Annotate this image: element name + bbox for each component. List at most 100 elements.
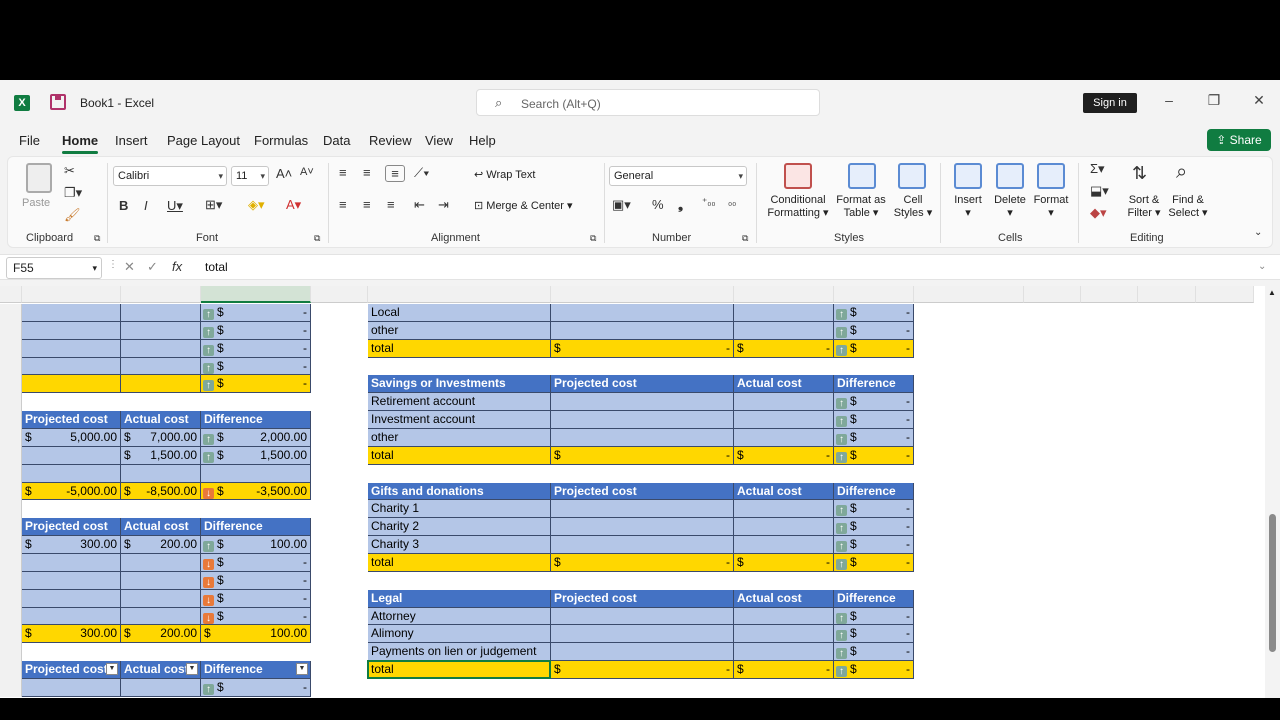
autosum-icon[interactable]: Σ▾: [1090, 161, 1105, 177]
insert-function-icon[interactable]: fx: [172, 259, 182, 274]
orientation-icon[interactable]: ⟋▾: [414, 165, 429, 181]
row-label-cell[interactable]: Charity 2: [368, 518, 551, 536]
cell[interactable]: [121, 572, 201, 590]
tab-review[interactable]: Review: [369, 133, 412, 148]
total-cell[interactable]: $ -: [551, 554, 734, 572]
total-label-cell[interactable]: total: [368, 447, 551, 465]
cell[interactable]: ↑ $ -: [201, 304, 311, 322]
cell[interactable]: [22, 590, 121, 608]
table-header-cell[interactable]: Actual cost: [121, 518, 201, 536]
row-label-cell[interactable]: Charity 3: [368, 536, 551, 554]
align-center-icon[interactable]: ≡: [363, 197, 371, 212]
cell[interactable]: [551, 411, 734, 429]
sort-filter-button[interactable]: Sort & Filter ▾: [1122, 194, 1166, 220]
row-label-cell[interactable]: other: [368, 429, 551, 447]
expand-formula-icon[interactable]: ⌄: [1258, 261, 1266, 272]
cell[interactable]: ↑ $ -: [834, 518, 914, 536]
cell[interactable]: [551, 393, 734, 411]
cell[interactable]: [734, 429, 834, 447]
copy-icon[interactable]: ❐▾: [64, 185, 82, 201]
row-label-cell[interactable]: Payments on lien or judgement: [368, 643, 551, 661]
cell[interactable]: ↑ $ -: [834, 304, 914, 322]
cell[interactable]: ↑ $ -: [834, 536, 914, 554]
row-header[interactable]: [0, 429, 22, 447]
row-header[interactable]: [0, 393, 22, 411]
save-icon[interactable]: [50, 94, 66, 110]
row-label-cell[interactable]: Attorney: [368, 608, 551, 625]
paste-icon[interactable]: [26, 163, 52, 193]
cell[interactable]: ↑ $ 2,000.00: [201, 429, 311, 447]
cell[interactable]: [121, 554, 201, 572]
collapse-ribbon-icon[interactable]: ⌄: [1254, 227, 1262, 238]
column-header-l[interactable]: [1081, 286, 1138, 303]
cell[interactable]: [734, 393, 834, 411]
fill-color-icon[interactable]: ◈▾: [248, 197, 265, 213]
insert-cells-icon[interactable]: [954, 163, 982, 189]
column-header-n[interactable]: [1196, 286, 1254, 303]
table-header-cell[interactable]: Difference ▼: [201, 661, 311, 679]
cell[interactable]: [551, 643, 734, 661]
table-header-cell[interactable]: Projected cost ▼: [22, 661, 121, 679]
conditional-formatting-icon[interactable]: [784, 163, 812, 189]
cell[interactable]: [734, 608, 834, 625]
table-header-cell[interactable]: Actual cost: [121, 411, 201, 429]
cell[interactable]: [22, 304, 121, 322]
insert-cells-button[interactable]: Insert ▾: [948, 194, 988, 220]
cell[interactable]: [734, 625, 834, 643]
table-header-cell[interactable]: Actual cost ▼: [121, 661, 201, 679]
cell[interactable]: [22, 447, 121, 465]
share-button[interactable]: ⇪ Share: [1207, 129, 1271, 151]
font-color-icon[interactable]: A▾: [286, 197, 301, 213]
total-cell[interactable]: $ -: [734, 554, 834, 572]
row-label-cell[interactable]: Local: [368, 304, 551, 322]
cell[interactable]: [121, 375, 201, 393]
total-cell[interactable]: $ -: [734, 661, 834, 679]
tab-page-layout[interactable]: Page Layout: [167, 133, 240, 148]
cell[interactable]: [551, 500, 734, 518]
percent-icon[interactable]: %: [652, 197, 664, 212]
increase-font-icon[interactable]: A˄: [276, 166, 292, 181]
delete-cells-button[interactable]: Delete ▾: [990, 194, 1030, 220]
table-header-cell[interactable]: Difference: [834, 590, 914, 608]
total-cell[interactable]: $ -: [734, 340, 834, 358]
format-as-table-icon[interactable]: [848, 163, 876, 189]
total-cell[interactable]: $ -8,500.00: [121, 483, 201, 500]
total-cell[interactable]: $300.00: [22, 625, 121, 643]
increase-decimal-icon[interactable]: ⁺₀₀: [702, 197, 716, 208]
total-cell[interactable]: $ -: [551, 447, 734, 465]
bold-icon[interactable]: B: [119, 198, 128, 213]
row-header[interactable]: [0, 304, 22, 322]
cell[interactable]: [22, 679, 121, 697]
total-cell[interactable]: ↑ $ -: [834, 447, 914, 465]
row-header[interactable]: [0, 661, 22, 679]
cell[interactable]: [121, 590, 201, 608]
column-header-d[interactable]: [201, 286, 311, 303]
tab-help[interactable]: Help: [469, 133, 496, 148]
cell[interactable]: [734, 643, 834, 661]
conditional-formatting-button[interactable]: Conditional Formatting ▾: [762, 194, 834, 220]
cell[interactable]: ↑ $ -: [834, 411, 914, 429]
cell[interactable]: $7,000.00: [121, 429, 201, 447]
decrease-indent-icon[interactable]: ⇤: [414, 197, 425, 213]
total-cell[interactable]: $200.00: [121, 625, 201, 643]
find-select-button[interactable]: Find & Select ▾: [1164, 194, 1212, 220]
tab-data[interactable]: Data: [323, 133, 350, 148]
sign-in-button[interactable]: Sign in: [1083, 93, 1137, 113]
row-header[interactable]: [0, 554, 22, 572]
table-header-cell[interactable]: Actual cost: [734, 590, 834, 608]
total-cell[interactable]: ↑ $ -: [834, 554, 914, 572]
cell[interactable]: [551, 608, 734, 625]
row-header[interactable]: [0, 411, 22, 429]
cell[interactable]: [551, 518, 734, 536]
wrap-text-button[interactable]: ↩ Wrap Text: [474, 169, 535, 182]
cell[interactable]: [734, 500, 834, 518]
enter-icon[interactable]: ✓: [147, 259, 158, 275]
total-label-cell[interactable]: total: [368, 661, 551, 679]
row-header[interactable]: [0, 375, 22, 393]
cell[interactable]: [22, 554, 121, 572]
cell[interactable]: ↓ $ -: [201, 554, 311, 572]
tab-file[interactable]: File: [19, 133, 40, 148]
tab-view[interactable]: View: [425, 133, 453, 148]
comma-style-icon[interactable]: ❟: [678, 197, 683, 213]
table-header-cell[interactable]: Projected cost: [22, 411, 121, 429]
